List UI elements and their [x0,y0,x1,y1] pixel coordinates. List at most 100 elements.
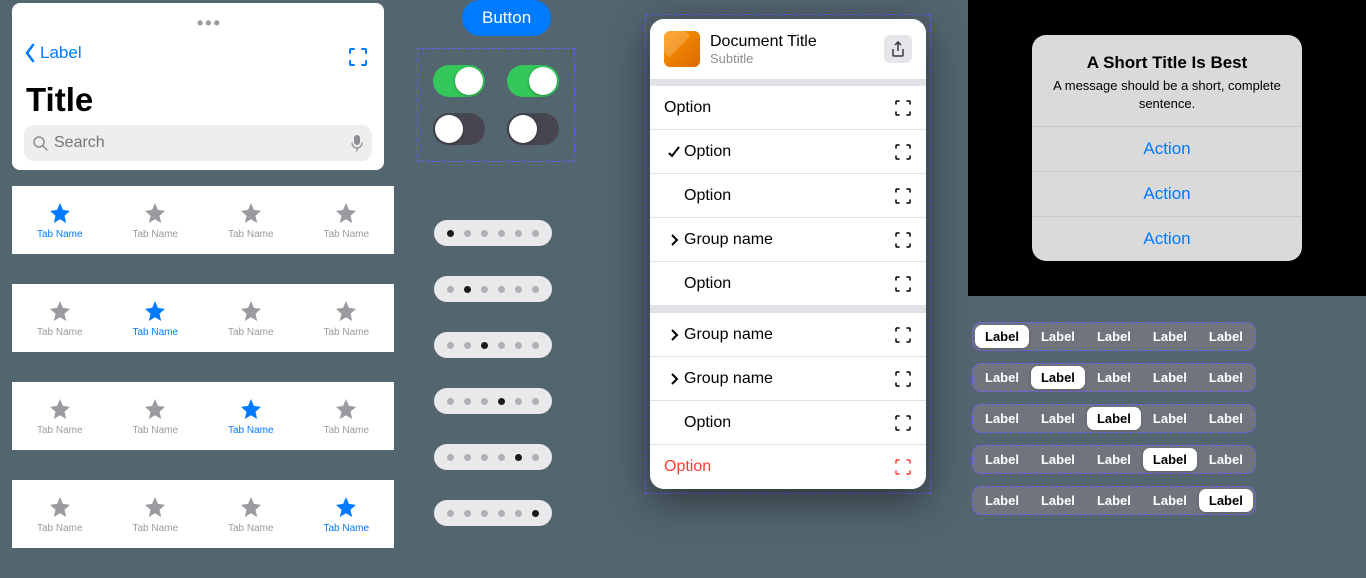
placeholder-icon [894,187,912,205]
segment[interactable]: Label [1199,448,1253,471]
page-indicator[interactable] [434,500,552,526]
menu-item-label: Group name [684,370,894,388]
alert-action[interactable]: Action [1032,216,1302,261]
search-field[interactable] [24,125,372,161]
tab-item[interactable]: Tab Name [12,382,108,450]
switch[interactable] [507,113,559,145]
tab-item[interactable]: Tab Name [299,480,395,548]
segment[interactable]: Label [1199,407,1253,430]
segment[interactable]: Label [1031,366,1085,389]
placeholder-icon [894,231,912,249]
menu-group[interactable]: Group name [650,313,926,357]
page-dot [532,286,539,293]
menu-option[interactable]: Option [650,86,926,130]
alert-backdrop: A Short Title Is Best A message should b… [968,0,1366,296]
menu-option[interactable]: Option [650,262,926,306]
tab-item[interactable]: Tab Name [203,186,299,254]
placeholder-icon [894,458,912,476]
tab-item[interactable]: Tab Name [12,480,108,548]
tab-item[interactable]: Tab Name [108,480,204,548]
alert-title: A Short Title Is Best [1048,53,1286,73]
tab-item[interactable]: Tab Name [299,284,395,352]
chevron-right-icon [664,328,684,342]
segment[interactable]: Label [1087,448,1141,471]
segment[interactable]: Label [975,407,1029,430]
page-indicator[interactable] [434,388,552,414]
placeholder-icon [894,143,912,161]
segment[interactable]: Label [1199,325,1253,348]
tab-item[interactable]: Tab Name [108,382,204,450]
page-dot [515,510,522,517]
segment[interactable]: Label [1087,325,1141,348]
menu-option[interactable]: Option [650,445,926,489]
ellipsis-icon[interactable]: ••• [197,13,222,34]
segment[interactable]: Label [1143,366,1197,389]
tab-item[interactable]: Tab Name [108,186,204,254]
tab-item[interactable]: Tab Name [203,382,299,450]
segmented-control: LabelLabelLabelLabelLabel [972,445,1256,474]
tab-item[interactable]: Tab Name [108,284,204,352]
menu-group[interactable]: Group name [650,218,926,262]
segment[interactable]: Label [1087,489,1141,512]
segment[interactable]: Label [1031,407,1085,430]
search-input[interactable] [54,134,350,152]
page-indicator[interactable] [434,444,552,470]
alert-action[interactable]: Action [1032,126,1302,171]
alert-action[interactable]: Action [1032,171,1302,216]
scan-button[interactable] [344,43,372,71]
chevron-left-icon [24,43,36,63]
page-indicator[interactable] [434,332,552,358]
page-dot [515,230,522,237]
segment[interactable]: Label [1143,489,1197,512]
segment[interactable]: Label [1143,448,1197,471]
tab-bar: Tab NameTab NameTab NameTab Name [12,382,394,450]
segment[interactable]: Label [1199,489,1253,512]
placeholder-icon [894,326,912,344]
switch[interactable] [433,113,485,145]
switch-knob [435,115,463,143]
back-button[interactable]: Label [24,43,82,63]
switch[interactable] [507,65,559,97]
segment[interactable]: Label [975,448,1029,471]
navigation-bar: ••• Label Title [12,3,384,170]
tab-bar: Tab NameTab NameTab NameTab Name [12,186,394,254]
menu-option[interactable]: Option [650,401,926,445]
tab-item[interactable]: Tab Name [299,382,395,450]
tab-item[interactable]: Tab Name [203,284,299,352]
segment[interactable]: Label [975,489,1029,512]
segmented-control: LabelLabelLabelLabelLabel [972,486,1256,515]
segment[interactable]: Label [1143,325,1197,348]
tab-item[interactable]: Tab Name [203,480,299,548]
menu-item-label: Group name [684,326,894,344]
segment[interactable]: Label [975,366,1029,389]
page-dot [447,286,454,293]
primary-button[interactable]: Button [462,0,551,36]
menu-group[interactable]: Group name [650,357,926,401]
mic-icon[interactable] [350,134,364,152]
segment[interactable]: Label [1087,407,1141,430]
page-indicator[interactable] [434,276,552,302]
chevron-right-icon [664,372,684,386]
tab-label: Tab Name [132,327,178,338]
tab-item[interactable]: Tab Name [12,284,108,352]
segment[interactable]: Label [1031,489,1085,512]
segment[interactable]: Label [1087,366,1141,389]
share-button[interactable] [884,35,912,63]
segment[interactable]: Label [1031,325,1085,348]
page-indicator[interactable] [434,220,552,246]
page-dot [447,342,454,349]
tab-item[interactable]: Tab Name [299,186,395,254]
switch[interactable] [433,65,485,97]
segment[interactable]: Label [1199,366,1253,389]
alert-header: A Short Title Is Best A message should b… [1032,35,1302,126]
menu-subtitle: Subtitle [710,51,874,66]
segment[interactable]: Label [1143,407,1197,430]
tab-item[interactable]: Tab Name [12,186,108,254]
segment[interactable]: Label [1031,448,1085,471]
menu-option[interactable]: Option [650,174,926,218]
page-dot [532,230,539,237]
menu-item-label: Option [684,275,894,293]
tab-label: Tab Name [323,229,369,240]
menu-option[interactable]: Option [650,130,926,174]
segment[interactable]: Label [975,325,1029,348]
